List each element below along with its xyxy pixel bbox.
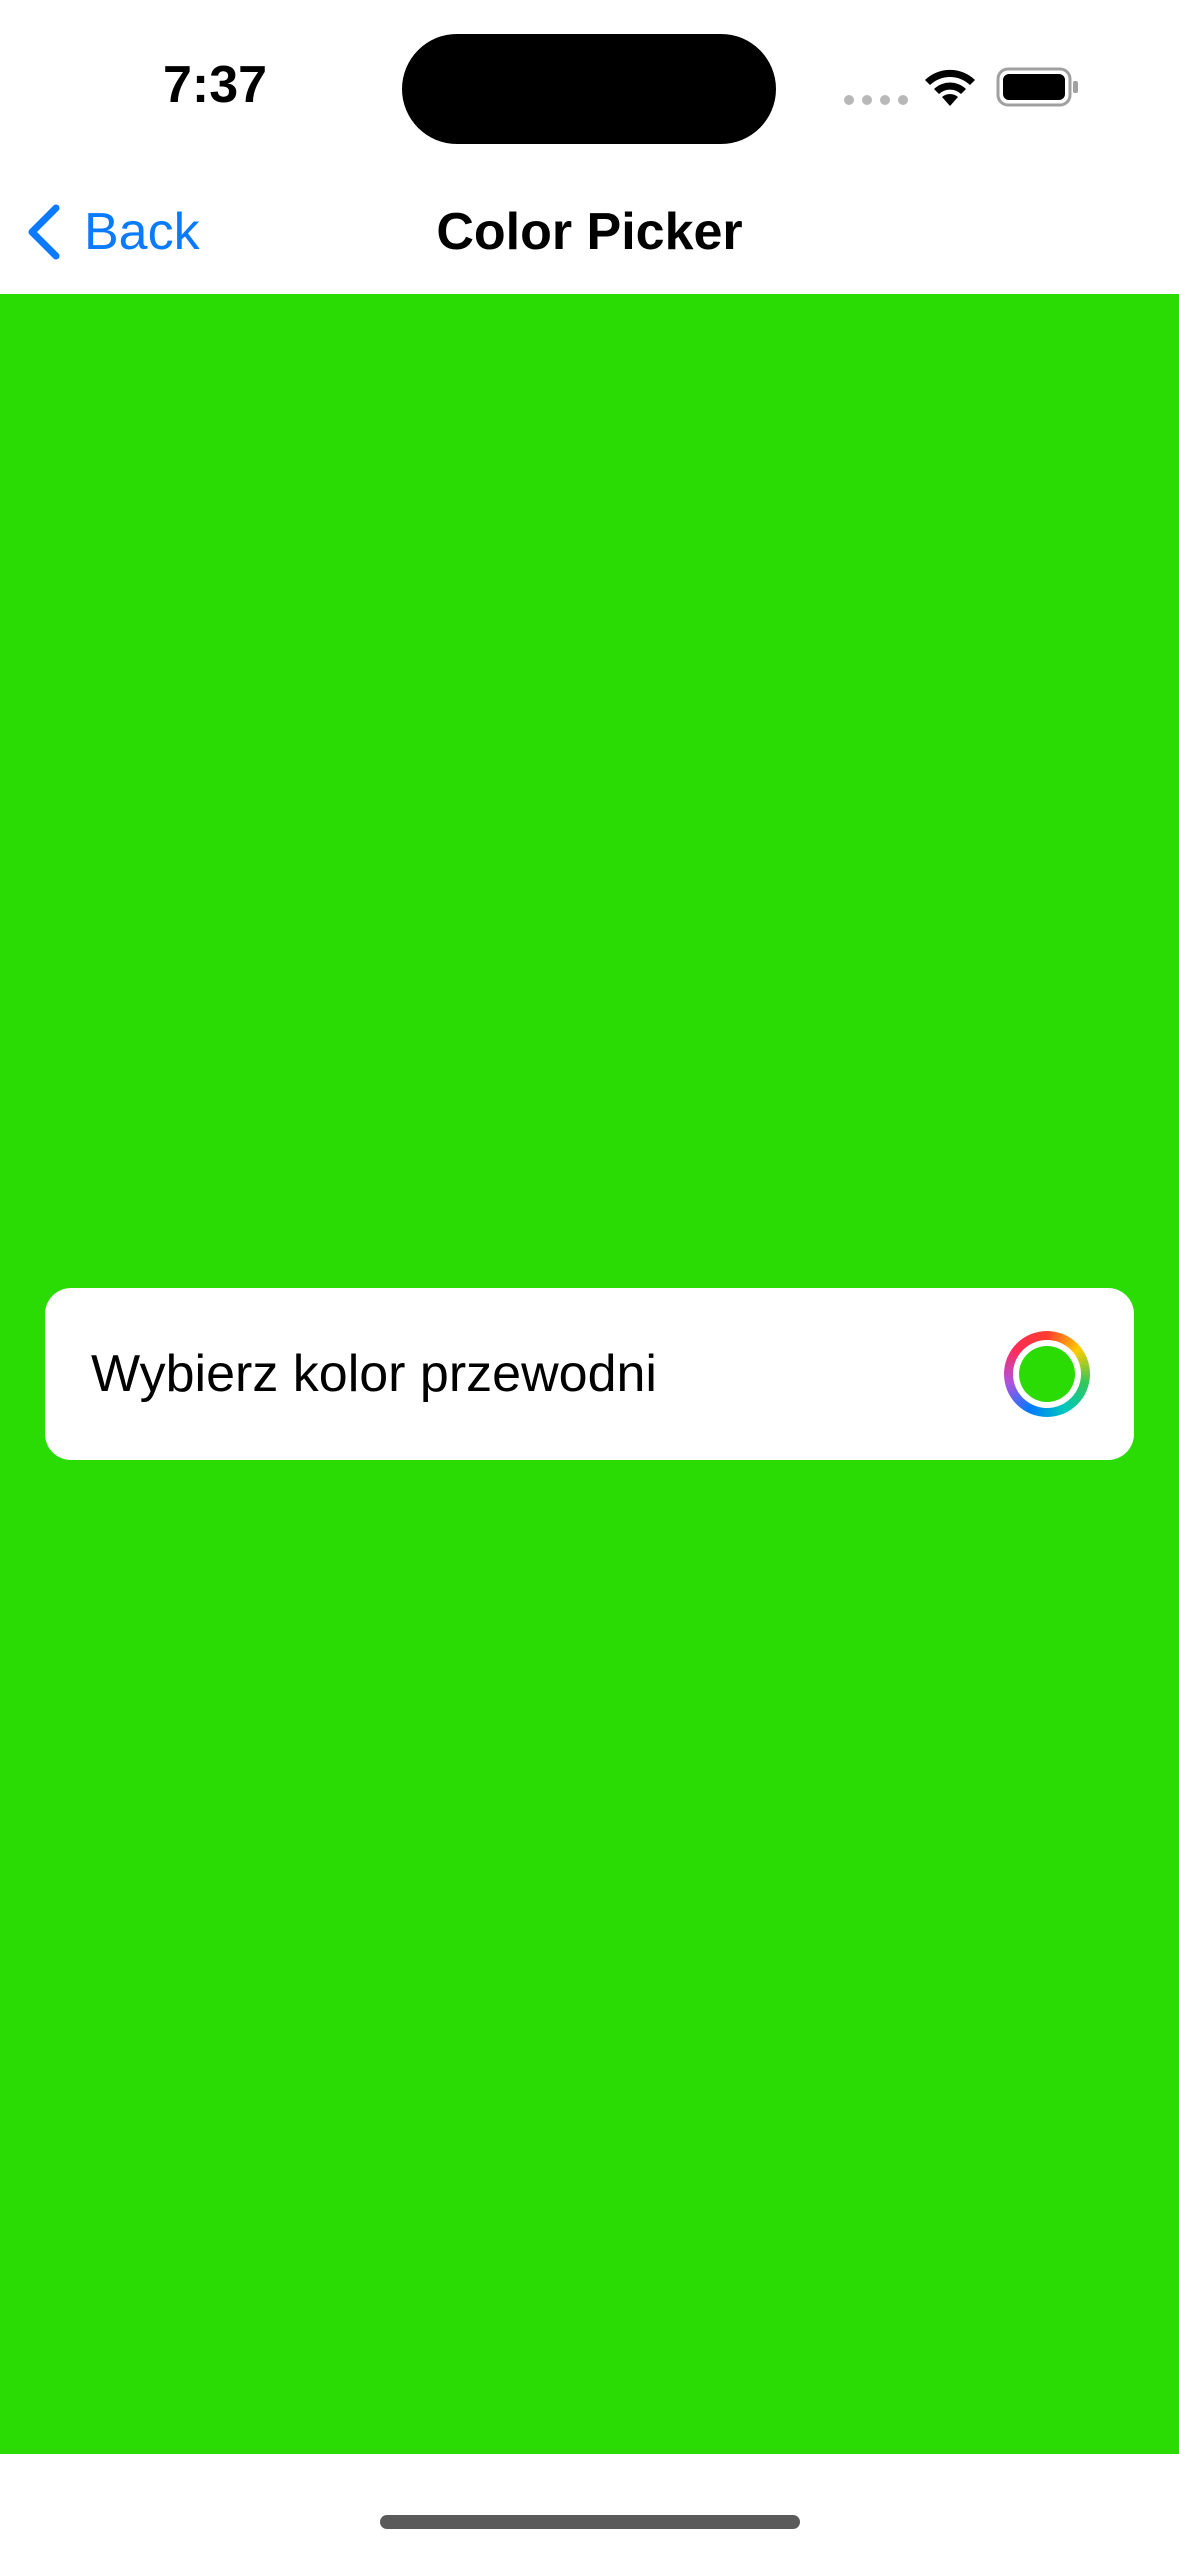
battery-icon xyxy=(996,67,1078,107)
color-preview-area: Wybierz kolor przewodni xyxy=(0,294,1179,2454)
dynamic-island xyxy=(402,34,776,144)
color-picker-row[interactable]: Wybierz kolor przewodni xyxy=(45,1288,1134,1460)
wifi-icon xyxy=(925,69,975,106)
navigation-bar: Back Color Picker xyxy=(0,170,1179,294)
selected-color-swatch xyxy=(1019,1346,1075,1402)
status-bar: 7:37 xyxy=(0,0,1179,170)
home-indicator xyxy=(380,2515,800,2529)
color-well-button[interactable] xyxy=(1004,1331,1090,1417)
color-well-ring xyxy=(1013,1340,1081,1408)
color-picker-label: Wybierz kolor przewodni xyxy=(91,1345,657,1403)
page-title: Color Picker xyxy=(436,203,743,261)
signal-dots-icon xyxy=(844,95,908,105)
status-time: 7:37 xyxy=(162,56,268,114)
